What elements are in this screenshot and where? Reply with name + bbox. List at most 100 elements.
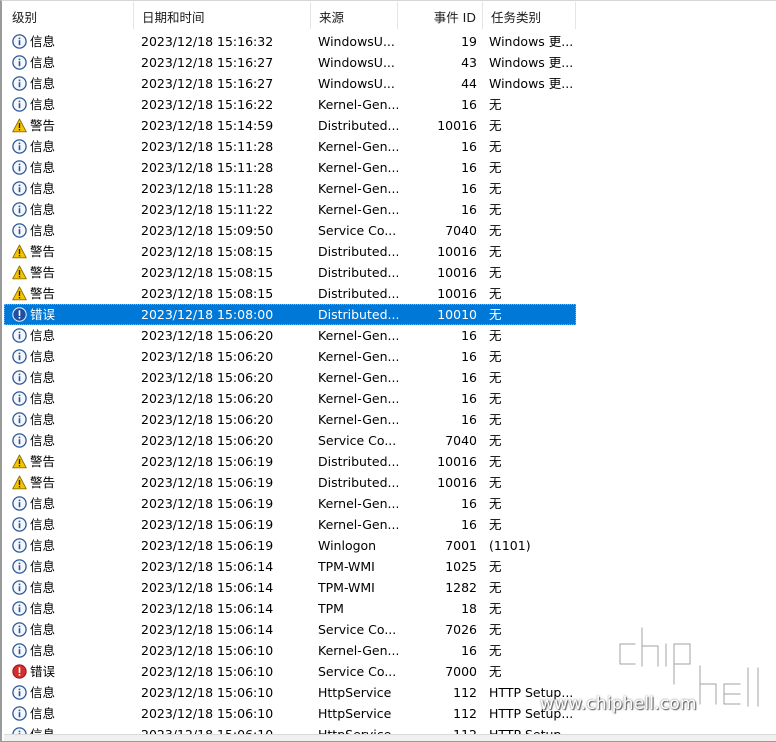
event-id-cell: 16 — [461, 370, 477, 385]
event-row[interactable]: 信息 2023/12/18 15:06:19 Kernel-Gen... 16 无 — [4, 493, 576, 514]
event-row[interactable]: 信息 2023/12/18 15:06:14 TPM-WMI 1025 无 — [4, 556, 576, 577]
level-cell: 信息 — [4, 31, 134, 52]
datetime-cell: 2023/12/18 15:11:28 — [141, 160, 274, 175]
info-icon — [12, 328, 27, 343]
event-row[interactable]: 信息 2023/12/18 15:06:10 HttpService 112 HTTP … — [4, 703, 576, 724]
event-row[interactable]: 信息 2023/12/18 15:16:27 WindowsU... 43 Window… — [4, 52, 576, 73]
event-id-cell: 16 — [461, 643, 477, 658]
event-id-cell: 10016 — [437, 244, 477, 259]
datetime-cell: 2023/12/18 15:06:19 — [141, 538, 274, 553]
source-cell: Distributed... — [318, 286, 398, 301]
task-category-cell: HTTP Setup... — [489, 685, 574, 700]
horizontal-scrollbar[interactable] — [4, 734, 776, 741]
event-row[interactable]: 错误 2023/12/18 15:06:10 Service Co... 7000 无 — [4, 661, 576, 682]
datetime-cell: 2023/12/18 15:06:20 — [141, 370, 274, 385]
event-row[interactable]: 警告 2023/12/18 15:08:15 Distributed... 10016… — [4, 283, 576, 304]
event-row[interactable]: 信息 2023/12/18 15:06:14 Service Co... 7026 无 — [4, 619, 576, 640]
column-header-level[interactable]: 级别 — [4, 2, 134, 29]
task-category-cell: 无 — [489, 391, 502, 406]
level-cell: 信息 — [4, 73, 134, 94]
event-row[interactable]: 警告 2023/12/18 15:06:19 Distributed... 10016… — [4, 451, 576, 472]
task-category-cell: Windows 更... — [489, 55, 574, 70]
event-row[interactable]: 警告 2023/12/18 15:08:15 Distributed... 10016… — [4, 262, 576, 283]
event-row[interactable]: 信息 2023/12/18 15:06:14 TPM-WMI 1282 无 — [4, 577, 576, 598]
level-label: 信息 — [30, 76, 56, 91]
source-cell: Service Co... — [318, 664, 397, 679]
task-category-cell: 无 — [489, 454, 502, 469]
event-row[interactable]: 信息 2023/12/18 15:06:19 Kernel-Gen... 16 无 — [4, 514, 576, 535]
event-row[interactable]: 信息 2023/12/18 15:06:20 Kernel-Gen... 16 无 — [4, 367, 576, 388]
level-cell: 信息 — [4, 52, 134, 73]
event-row[interactable]: 信息 2023/12/18 15:16:22 Kernel-Gen... 16 无 — [4, 94, 576, 115]
datetime-cell: 2023/12/18 15:06:19 — [141, 517, 274, 532]
level-label: 信息 — [30, 223, 56, 238]
column-header-source[interactable]: 来源 — [311, 2, 398, 29]
event-row[interactable]: 信息 2023/12/18 15:11:28 Kernel-Gen... 16 无 — [4, 136, 576, 157]
level-cell: 信息 — [4, 514, 134, 535]
task-category-cell: 无 — [489, 601, 502, 616]
column-header-event-id[interactable]: 事件 ID — [398, 2, 483, 29]
event-id-cell: 16 — [461, 496, 477, 511]
source-cell: Distributed... — [318, 454, 398, 469]
level-cell: 信息 — [4, 619, 134, 640]
event-row[interactable]: 信息 2023/12/18 15:06:10 Kernel-Gen... 16 无 — [4, 640, 576, 661]
level-label: 信息 — [30, 181, 56, 196]
event-rows: 信息 2023/12/18 15:16:32 WindowsU... 19 Window… — [4, 31, 576, 741]
info-icon — [12, 391, 27, 406]
warning-icon — [12, 118, 27, 133]
event-row[interactable]: 信息 2023/12/18 15:06:20 Kernel-Gen... 16 无 — [4, 325, 576, 346]
event-id-cell: 16 — [461, 139, 477, 154]
source-cell: Service Co... — [318, 223, 397, 238]
info-icon — [12, 55, 27, 70]
task-category-cell: 无 — [489, 643, 502, 658]
event-row[interactable]: 信息 2023/12/18 15:06:19 Winlogon 7001 (1101) — [4, 535, 576, 556]
level-label: 信息 — [30, 349, 56, 364]
warning-icon — [12, 244, 27, 259]
datetime-cell: 2023/12/18 15:06:14 — [141, 559, 274, 574]
level-cell: 信息 — [4, 598, 134, 619]
event-row[interactable]: 警告 2023/12/18 15:06:19 Distributed... 10016… — [4, 472, 576, 493]
source-cell: Winlogon — [318, 538, 377, 553]
event-row[interactable]: 信息 2023/12/18 15:11:28 Kernel-Gen... 16 无 — [4, 178, 576, 199]
event-row[interactable]: 信息 2023/12/18 15:06:20 Kernel-Gen... 16 无 — [4, 409, 576, 430]
task-category-cell: 无 — [489, 559, 502, 574]
datetime-cell: 2023/12/18 15:06:20 — [141, 412, 274, 427]
event-row[interactable]: 信息 2023/12/18 15:06:20 Kernel-Gen... 16 无 — [4, 388, 576, 409]
column-header-task-category[interactable]: 任务类别 — [483, 2, 576, 29]
event-row[interactable]: 信息 2023/12/18 15:06:10 HttpService 112 HTTP … — [4, 682, 576, 703]
level-cell: 信息 — [4, 94, 134, 115]
event-row[interactable]: 信息 2023/12/18 15:09:50 Service Co... 7040 无 — [4, 220, 576, 241]
source-cell: Kernel-Gen... — [318, 349, 398, 364]
source-cell: HttpService — [318, 685, 392, 700]
event-id-cell: 16 — [461, 412, 477, 427]
column-header-datetime[interactable]: 日期和时间 — [134, 2, 311, 29]
datetime-cell: 2023/12/18 15:16:32 — [141, 34, 274, 49]
event-row[interactable]: 警告 2023/12/18 15:14:59 Distributed... 10016… — [4, 115, 576, 136]
error-icon — [12, 664, 27, 679]
event-row[interactable]: 信息 2023/12/18 15:06:20 Kernel-Gen... 16 无 — [4, 346, 576, 367]
event-id-cell: 10016 — [437, 286, 477, 301]
level-cell: 警告 — [4, 115, 134, 136]
warning-icon — [12, 286, 27, 301]
source-cell: Kernel-Gen... — [318, 202, 398, 217]
event-row[interactable]: 警告 2023/12/18 15:08:15 Distributed... 10016… — [4, 241, 576, 262]
source-cell: HttpService — [318, 706, 392, 721]
datetime-cell: 2023/12/18 15:06:20 — [141, 328, 274, 343]
event-row[interactable]: 信息 2023/12/18 15:11:22 Kernel-Gen... 16 无 — [4, 199, 576, 220]
event-row[interactable]: 错误 2023/12/18 15:08:00 Distributed... 10010… — [4, 304, 576, 325]
task-category-cell: 无 — [489, 412, 502, 427]
event-row[interactable]: 信息 2023/12/18 15:06:20 Service Co... 7040 无 — [4, 430, 576, 451]
task-category-cell: 无 — [489, 370, 502, 385]
event-row[interactable]: 信息 2023/12/18 15:16:27 WindowsU... 44 Window… — [4, 73, 576, 94]
event-row[interactable]: 信息 2023/12/18 15:11:28 Kernel-Gen... 16 无 — [4, 157, 576, 178]
event-id-cell: 10016 — [437, 265, 477, 280]
info-icon — [12, 538, 27, 553]
event-row[interactable]: 信息 2023/12/18 15:06:14 TPM 18 无 — [4, 598, 576, 619]
info-icon — [12, 139, 27, 154]
event-id-cell: 16 — [461, 328, 477, 343]
event-row[interactable]: 信息 2023/12/18 15:16:32 WindowsU... 19 Window… — [4, 31, 576, 52]
level-label: 错误 — [30, 307, 56, 322]
datetime-cell: 2023/12/18 15:16:27 — [141, 55, 274, 70]
level-cell: 错误 — [4, 661, 134, 682]
info-icon — [12, 160, 27, 175]
